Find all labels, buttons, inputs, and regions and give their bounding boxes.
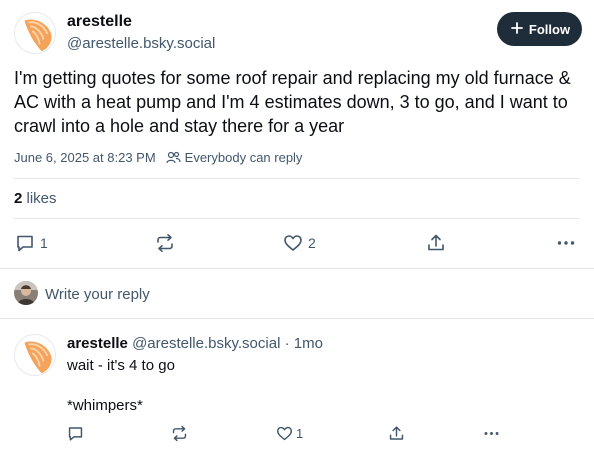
post-timestamp[interactable]: June 6, 2025 at 8:23 PM <box>14 150 156 165</box>
heart-icon <box>276 425 293 442</box>
post-meta: June 6, 2025 at 8:23 PM Everybody can re… <box>14 150 302 165</box>
reply-composer[interactable]: Write your reply <box>14 281 574 307</box>
plus-icon <box>511 21 523 37</box>
share-icon <box>388 425 405 442</box>
reply-author-avatar[interactable] <box>14 334 56 376</box>
post-text: I'm getting quotes for some roof repair … <box>14 68 571 136</box>
speech-bubble-icon <box>67 425 84 442</box>
reply-share-button[interactable] <box>388 425 405 442</box>
share-button[interactable] <box>426 233 446 253</box>
like-button[interactable]: 2 <box>283 233 316 253</box>
reply-repost-button[interactable] <box>171 425 188 442</box>
reply-reply-button[interactable] <box>67 425 84 442</box>
divider <box>0 268 594 269</box>
reply-separator: · <box>284 335 290 352</box>
speech-bubble-icon <box>15 233 35 253</box>
people-icon <box>166 151 181 164</box>
divider <box>14 178 580 179</box>
reply-button[interactable]: 1 <box>15 233 48 253</box>
share-icon <box>426 233 446 253</box>
reply-count: 1 <box>40 235 48 251</box>
author-handle[interactable]: @arestelle.bsky.social <box>67 35 215 52</box>
reply-more-options-button[interactable] <box>483 425 500 442</box>
divider <box>0 318 594 319</box>
likes-count: 2 <box>14 190 23 207</box>
reply-input[interactable]: Write your reply <box>45 286 150 303</box>
likes-label: likes <box>26 190 57 207</box>
reply-age[interactable]: 1mo <box>294 335 323 352</box>
heart-icon <box>283 233 303 253</box>
reply-text-line-1: wait - it's 4 to go <box>67 357 175 374</box>
more-dots-icon <box>556 233 576 253</box>
more-dots-icon <box>483 425 500 442</box>
reply-setting[interactable]: Everybody can reply <box>185 150 303 165</box>
follow-button[interactable]: Follow <box>497 12 582 46</box>
reply-author-name[interactable]: arestelle <box>67 335 128 352</box>
follow-label: Follow <box>528 21 571 37</box>
author-name[interactable]: arestelle <box>67 13 132 31</box>
more-options-button[interactable] <box>556 233 576 253</box>
likes-summary[interactable]: 2 likes <box>14 190 57 207</box>
author-avatar[interactable] <box>14 12 56 54</box>
reply-header: arestelle @arestelle.bsky.social · 1mo <box>67 335 323 352</box>
divider <box>14 218 580 219</box>
reply-like-count: 1 <box>296 426 304 441</box>
reply-author-handle[interactable]: @arestelle.bsky.social <box>132 335 280 352</box>
like-count: 2 <box>308 235 316 251</box>
reply-like-button[interactable]: 1 <box>276 425 303 442</box>
reply-text-line-2: *whimpers* <box>67 397 143 414</box>
repost-button[interactable] <box>155 233 175 253</box>
current-user-avatar <box>14 281 38 305</box>
repost-arrows-icon <box>171 425 188 442</box>
repost-arrows-icon <box>155 233 175 253</box>
